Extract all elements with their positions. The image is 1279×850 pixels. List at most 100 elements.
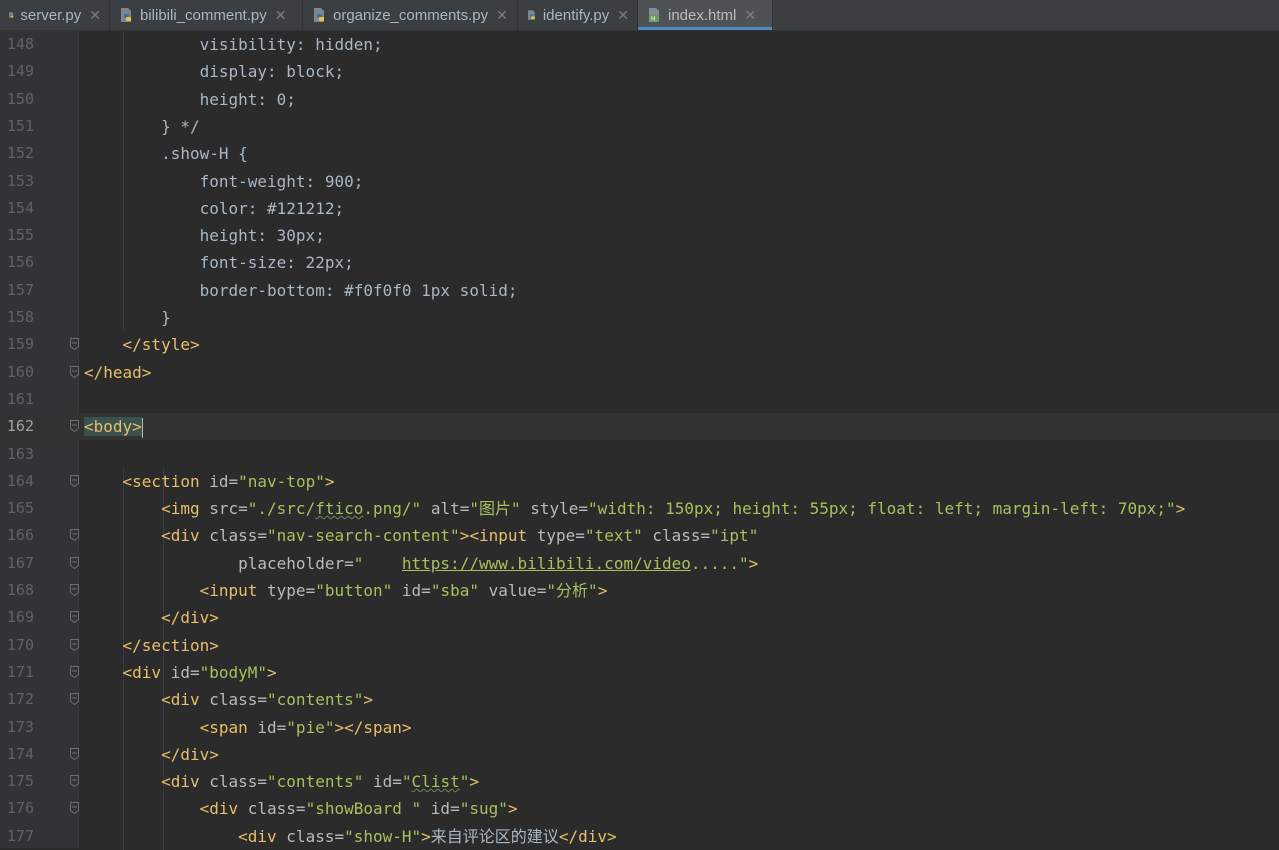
code-token: "bodyM" [199, 662, 268, 682]
code-line[interactable]: 166 <div class="nav-search-content"><inp… [0, 522, 1279, 549]
fold-marker-icon[interactable] [70, 802, 79, 815]
line-number: 157 [6, 280, 34, 299]
code-token: " [459, 772, 470, 792]
code-token: > [507, 799, 518, 819]
fold-marker-icon[interactable] [70, 747, 79, 760]
fold-marker-icon[interactable] [70, 474, 79, 487]
line-number: 156 [6, 253, 34, 272]
code-token: id= [430, 799, 460, 819]
fold-marker-icon[interactable] [70, 338, 79, 351]
code-token: "nav-top" [238, 471, 325, 491]
code-line[interactable]: 176 <div class="showBoard " id="sug"> [0, 795, 1279, 822]
line-number: 170 [6, 635, 34, 654]
code-text: <input type="button" id="sba" value="分析"… [84, 577, 608, 604]
code-line[interactable]: 175 <div class="contents" id="Clist"> [0, 768, 1279, 795]
close-tab-icon[interactable]: ✕ [617, 7, 629, 24]
code-token: id= [401, 581, 431, 600]
code-line[interactable]: 163 [0, 441, 1279, 468]
code-line[interactable]: 170 </section> [0, 632, 1279, 659]
code-token: </section> [122, 635, 219, 655]
code-line[interactable]: 172 <div class="contents"> [0, 686, 1279, 713]
code-token: <body> [84, 417, 142, 437]
line-number: 167 [6, 553, 34, 572]
code-token: id= [209, 471, 239, 491]
code-token: alt= [430, 499, 470, 519]
code-line[interactable]: 154 color: #121212; [0, 195, 1279, 222]
python-file-icon [314, 8, 324, 22]
code-token: "./src/ [247, 499, 316, 519]
code-line[interactable]: 173 <span id="pie"></span> [0, 714, 1279, 741]
fold-marker-icon[interactable] [70, 775, 79, 788]
code-line[interactable]: 161 [0, 386, 1279, 413]
close-tab-icon[interactable]: ✕ [744, 7, 756, 24]
line-number: 172 [6, 690, 34, 709]
code-editor[interactable]: 148 visibility: hidden; 149 display: bloc… [0, 31, 1279, 850]
line-number: 152 [6, 144, 34, 163]
code-token: "分析" [546, 581, 598, 600]
fold-marker-icon[interactable] [70, 638, 79, 651]
code-text: placeholder=" https://www.bilibili.com/v… [84, 550, 758, 577]
code-text: <div class="showBoard " id="sug"> [84, 795, 518, 822]
code-line[interactable]: 169 </div> [0, 604, 1279, 631]
code-line[interactable]: 171 <div id="bodyM"> [0, 659, 1279, 686]
fold-marker-icon[interactable] [70, 693, 79, 706]
fold-marker-icon[interactable] [70, 365, 79, 378]
close-tab-icon[interactable]: ✕ [496, 7, 508, 24]
code-line[interactable]: 158 } [0, 304, 1279, 331]
code-token: id= [373, 772, 402, 792]
tab-label: server.py [20, 6, 82, 24]
fold-marker-icon[interactable] [70, 611, 79, 624]
tab-identify-py[interactable]: identify.py ✕ [518, 0, 638, 30]
close-tab-icon[interactable]: ✕ [275, 7, 287, 24]
code-token: } [84, 308, 171, 327]
code-line[interactable]: 152 .show-H { [0, 140, 1279, 167]
fold-marker-icon[interactable] [70, 420, 79, 433]
code-line[interactable]: 157 border-bottom: #f0f0f0 1px solid; [0, 277, 1279, 304]
tab-organize-comments-py[interactable]: organize_comments.py ✕ [303, 0, 518, 30]
close-tab-icon[interactable]: ✕ [89, 7, 101, 24]
code-line[interactable]: 168 <input type="button" id="sba" value=… [0, 577, 1279, 604]
code-token: type= [536, 526, 585, 546]
code-line[interactable]: 150 height: 0; [0, 86, 1279, 113]
code-token: "sug" [459, 799, 508, 819]
code-line[interactable]: 174 </div> [0, 741, 1279, 768]
line-number: 166 [6, 526, 34, 545]
code-line[interactable]: 164 <section id="nav-top"> [0, 468, 1279, 495]
fold-marker-icon[interactable] [70, 584, 79, 596]
code-text: height: 0; [84, 86, 296, 113]
code-line[interactable]: 149 display: block; [0, 58, 1279, 85]
code-token: .png/" [363, 499, 431, 519]
line-number: 169 [6, 608, 34, 627]
fold-marker-icon[interactable] [70, 529, 79, 542]
code-token: src= [209, 499, 248, 519]
code-line[interactable]: 156 font-size: 22px; [0, 249, 1279, 276]
code-token: " [353, 553, 402, 573]
code-line[interactable]: 148 visibility: hidden; [0, 31, 1279, 58]
code-line[interactable]: 153 font-weight: 900; [0, 168, 1279, 195]
code-line[interactable]: 162 <body> [0, 413, 1279, 441]
code-line[interactable]: 155 height: 30px; [0, 222, 1279, 249]
line-number: 163 [6, 444, 34, 463]
code-token: ftico [315, 499, 364, 519]
code-line[interactable]: 165 <img src="./src/ftico.png/" alt="图片"… [0, 495, 1279, 522]
code-token: </head> [84, 362, 152, 382]
code-line[interactable]: 167 placeholder=" https://www.bilibili.c… [0, 550, 1279, 577]
code-token: display: block; [84, 62, 345, 82]
code-token: .show-H { [84, 144, 248, 164]
tab-index-html[interactable]: Hindex.html ✕ [638, 0, 773, 30]
tab-server-py[interactable]: server.py ✕ [0, 0, 110, 30]
code-token: font-size: 22px; [84, 253, 354, 273]
code-token: 来自评论区的建议 [430, 826, 559, 846]
code-line[interactable]: 159 </style> [0, 331, 1279, 358]
code-line[interactable]: 160 </head> [0, 359, 1279, 386]
code-text: </head> [84, 359, 151, 386]
code-line[interactable]: 177 <div class="show-H">来自评论区的建议</div> [0, 823, 1279, 850]
fold-marker-icon[interactable] [70, 556, 79, 569]
fold-marker-icon[interactable] [70, 665, 79, 678]
tab-bilibili-comment-py[interactable]: bilibili_comment.py ✕ [110, 0, 303, 30]
code-text: <section id="nav-top"> [84, 468, 335, 495]
code-line[interactable]: 151 } */ [0, 113, 1279, 140]
